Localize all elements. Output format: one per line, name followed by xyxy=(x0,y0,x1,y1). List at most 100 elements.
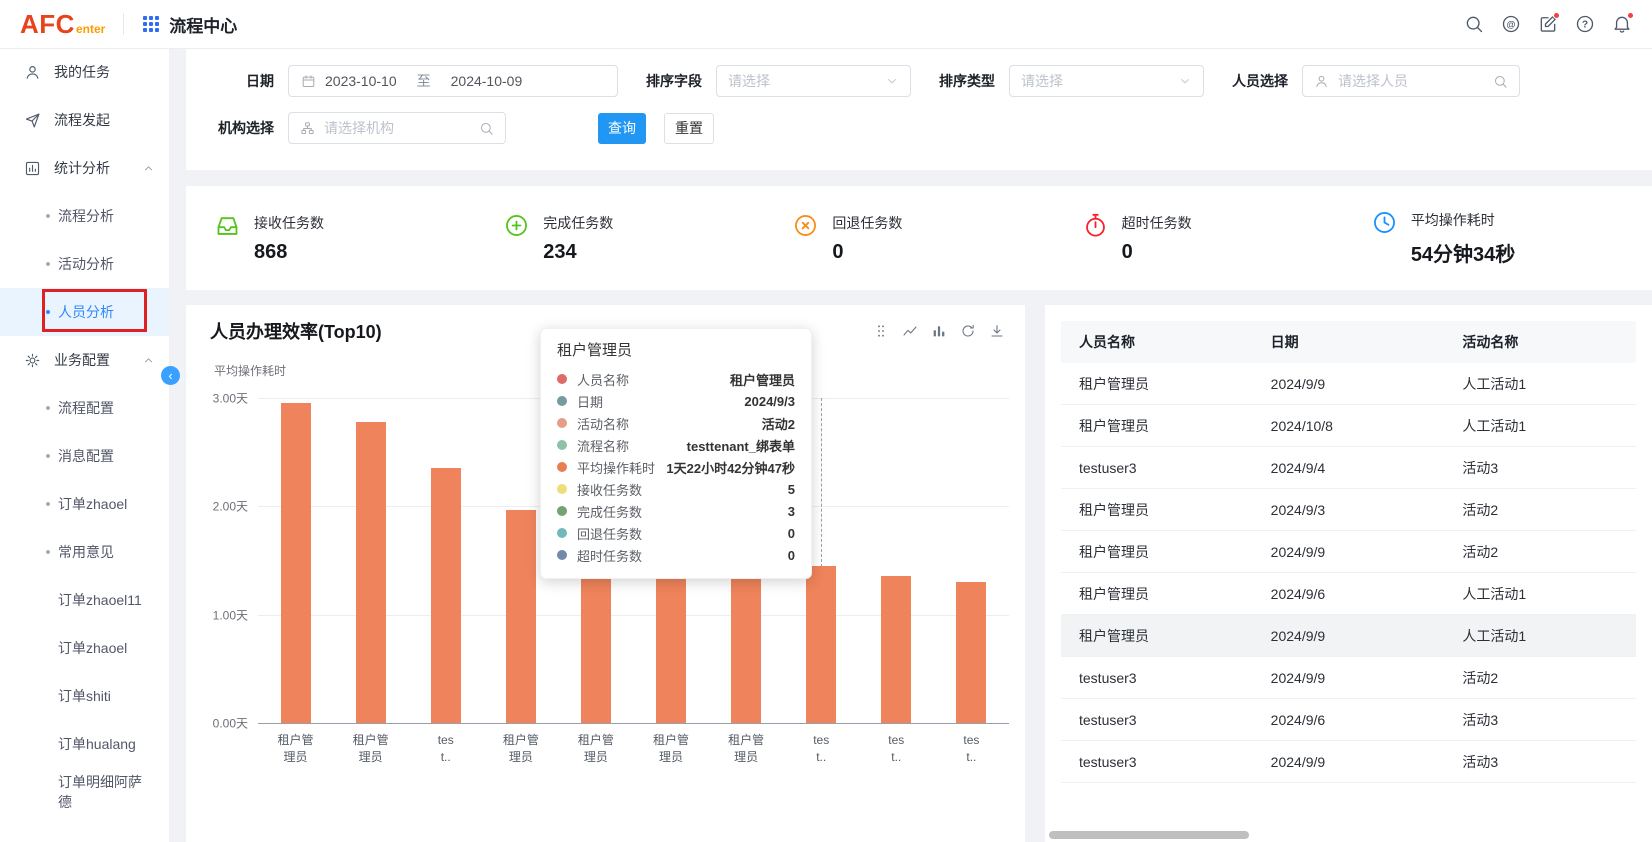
sidebar-item-label: 流程配置 xyxy=(58,398,114,418)
bullet-icon xyxy=(46,310,50,314)
sidebar-item-4[interactable]: 流程分析 xyxy=(0,192,169,240)
sidebar-item-6[interactable]: 人员分析 xyxy=(0,288,169,336)
search-icon[interactable] xyxy=(1464,14,1484,34)
x-axis-label: tes t.. xyxy=(859,732,934,766)
data-view-icon[interactable] xyxy=(873,323,889,339)
download-icon[interactable] xyxy=(989,323,1005,339)
query-button[interactable]: 查询 xyxy=(598,113,646,144)
bar[interactable] xyxy=(356,422,386,723)
bar[interactable] xyxy=(431,468,461,723)
stat-avg-time: 平均操作耗时54分钟34秒 xyxy=(1353,210,1642,267)
table-cell: 2024/9/9 xyxy=(1253,670,1445,686)
table-cell: testuser3 xyxy=(1061,712,1253,728)
apps-grid-icon[interactable] xyxy=(142,15,160,33)
table-row[interactable]: 租户管理员2024/9/3活动2 xyxy=(1061,489,1636,531)
table-row[interactable]: 租户管理员2024/9/6人工活动1 xyxy=(1061,573,1636,615)
sidebar-item-9[interactable]: 消息配置 xyxy=(0,432,169,480)
tooltip-row-label: 日期 xyxy=(577,392,603,411)
series-dot-icon xyxy=(557,462,567,472)
table-body: 租户管理员2024/9/9人工活动1租户管理员2024/10/8人工活动1tes… xyxy=(1061,363,1636,783)
x-axis-label: 租户管 理员 xyxy=(633,732,708,766)
x-axis-label: 租户管 理员 xyxy=(558,732,633,766)
bar[interactable] xyxy=(731,561,761,724)
bar[interactable] xyxy=(506,510,536,723)
tooltip-row-label: 回退任务数 xyxy=(577,524,642,543)
sidebar-item-15[interactable]: 订单hualang xyxy=(0,720,169,768)
sidebar-collapse-toggle[interactable]: ‹ xyxy=(161,366,180,385)
bell-icon[interactable] xyxy=(1612,14,1632,34)
tooltip-row: 平均操作耗时1天22小时42分钟47秒 xyxy=(557,456,795,478)
filter-row-2: 机构选择 请选择机构 查询 重置 xyxy=(216,112,1628,144)
table-row[interactable]: 租户管理员2024/9/9人工活动1 xyxy=(1061,615,1636,657)
horizontal-scrollbar-thumb[interactable] xyxy=(1049,831,1249,839)
bar[interactable] xyxy=(806,566,836,723)
sidebar-item-3[interactable]: 统计分析 xyxy=(0,144,169,192)
chart-card: 人员办理效率(Top10) 平均操作耗时 3.00天2.0 xyxy=(186,305,1025,842)
sidebar-item-10[interactable]: 订单zhaoel xyxy=(0,480,169,528)
sidebar-item-12[interactable]: 订单zhaoel11 xyxy=(0,576,169,624)
search-icon[interactable] xyxy=(1493,74,1508,89)
sidebar-item-7[interactable]: 业务配置 xyxy=(0,336,169,384)
sidebar-item-label: 活动分析 xyxy=(58,254,114,274)
tooltip-rows: 人员名称租户管理员日期2024/9/3活动名称活动2流程名称testtenant… xyxy=(557,368,795,566)
table-row[interactable]: 租户管理员2024/10/8人工活动1 xyxy=(1061,405,1636,447)
help-icon[interactable]: ? xyxy=(1575,14,1595,34)
bullet-icon xyxy=(46,406,50,410)
table-row[interactable]: 租户管理员2024/9/9活动2 xyxy=(1061,531,1636,573)
notification-dot xyxy=(1627,12,1634,19)
top-header: AFC enter 流程中心 @ ? xyxy=(0,0,1652,48)
refresh-icon[interactable] xyxy=(960,323,976,339)
tooltip-row-value: 3 xyxy=(778,504,795,519)
logo-text-main: AFC xyxy=(20,9,75,40)
person-placeholder: 请选择人员 xyxy=(1338,71,1408,91)
sidebar-item-label: 订单zhaoel11 xyxy=(58,590,142,610)
table-cell: 活动3 xyxy=(1444,710,1636,730)
bar[interactable] xyxy=(581,555,611,723)
sidebar-item-11[interactable]: 常用意见 xyxy=(0,528,169,576)
person-select-input[interactable]: 请选择人员 xyxy=(1302,65,1520,97)
sidebar-item-1[interactable]: 我的任务 xyxy=(0,48,169,96)
send-icon xyxy=(24,112,41,129)
tooltip-row: 人员名称租户管理员 xyxy=(557,368,795,390)
bar[interactable] xyxy=(881,576,911,723)
table-row[interactable]: 租户管理员2024/9/9人工活动1 xyxy=(1061,363,1636,405)
bar[interactable] xyxy=(656,558,686,723)
date-start-value[interactable]: 2023-10-10 xyxy=(325,73,397,89)
stat-label: 接收任务数 xyxy=(254,213,324,233)
search-icon[interactable] xyxy=(479,121,494,136)
bullet-icon xyxy=(46,550,50,554)
sidebar-menu: 我的任务流程发起统计分析流程分析活动分析人员分析业务配置流程配置消息配置订单zh… xyxy=(0,48,169,816)
sidebar-item-2[interactable]: 流程发起 xyxy=(0,96,169,144)
table-cell: 2024/9/9 xyxy=(1253,376,1445,392)
sidebar-item-14[interactable]: 订单shiti xyxy=(0,672,169,720)
bar[interactable] xyxy=(956,582,986,723)
org-select-input[interactable]: 请选择机构 xyxy=(288,112,506,144)
table-row[interactable]: testuser32024/9/9活动2 xyxy=(1061,657,1636,699)
table-row[interactable]: testuser32024/9/9活动3 xyxy=(1061,741,1636,783)
sidebar-item-5[interactable]: 活动分析 xyxy=(0,240,169,288)
table-row[interactable]: testuser32024/9/4活动3 xyxy=(1061,447,1636,489)
assistant-icon[interactable]: @ xyxy=(1501,14,1521,34)
date-range-input[interactable]: 2023-10-10 至 2024-10-09 xyxy=(288,65,618,97)
sort-field-select[interactable]: 请选择 xyxy=(716,65,911,97)
sort-type-select[interactable]: 请选择 xyxy=(1009,65,1204,97)
x-axis-label: 租户管 理员 xyxy=(709,732,784,766)
chart-title: 人员办理效率(Top10) xyxy=(210,318,382,344)
line-chart-icon[interactable] xyxy=(902,323,918,339)
date-end-value[interactable]: 2024-10-09 xyxy=(451,73,523,89)
notification-dot xyxy=(1553,12,1560,19)
reset-button[interactable]: 重置 xyxy=(664,113,714,144)
tooltip-row: 回退任务数0 xyxy=(557,522,795,544)
x-axis-label: 租户管 理员 xyxy=(483,732,558,766)
bar-chart-icon[interactable] xyxy=(931,323,947,339)
sidebar-item-8[interactable]: 流程配置 xyxy=(0,384,169,432)
series-dot-icon xyxy=(557,506,567,516)
sidebar-item-13[interactable]: 订单zhaoel xyxy=(0,624,169,672)
bar[interactable] xyxy=(281,403,311,723)
compose-icon[interactable] xyxy=(1538,14,1558,34)
tooltip-row-value: 2024/9/3 xyxy=(734,394,795,409)
tooltip-row: 日期 2024/9/3 xyxy=(557,390,795,412)
sidebar-item-16[interactable]: 订单明细阿萨德 xyxy=(0,768,169,816)
sidebar-item-label: 订单hualang xyxy=(58,734,136,754)
table-row[interactable]: testuser32024/9/6活动3 xyxy=(1061,699,1636,741)
